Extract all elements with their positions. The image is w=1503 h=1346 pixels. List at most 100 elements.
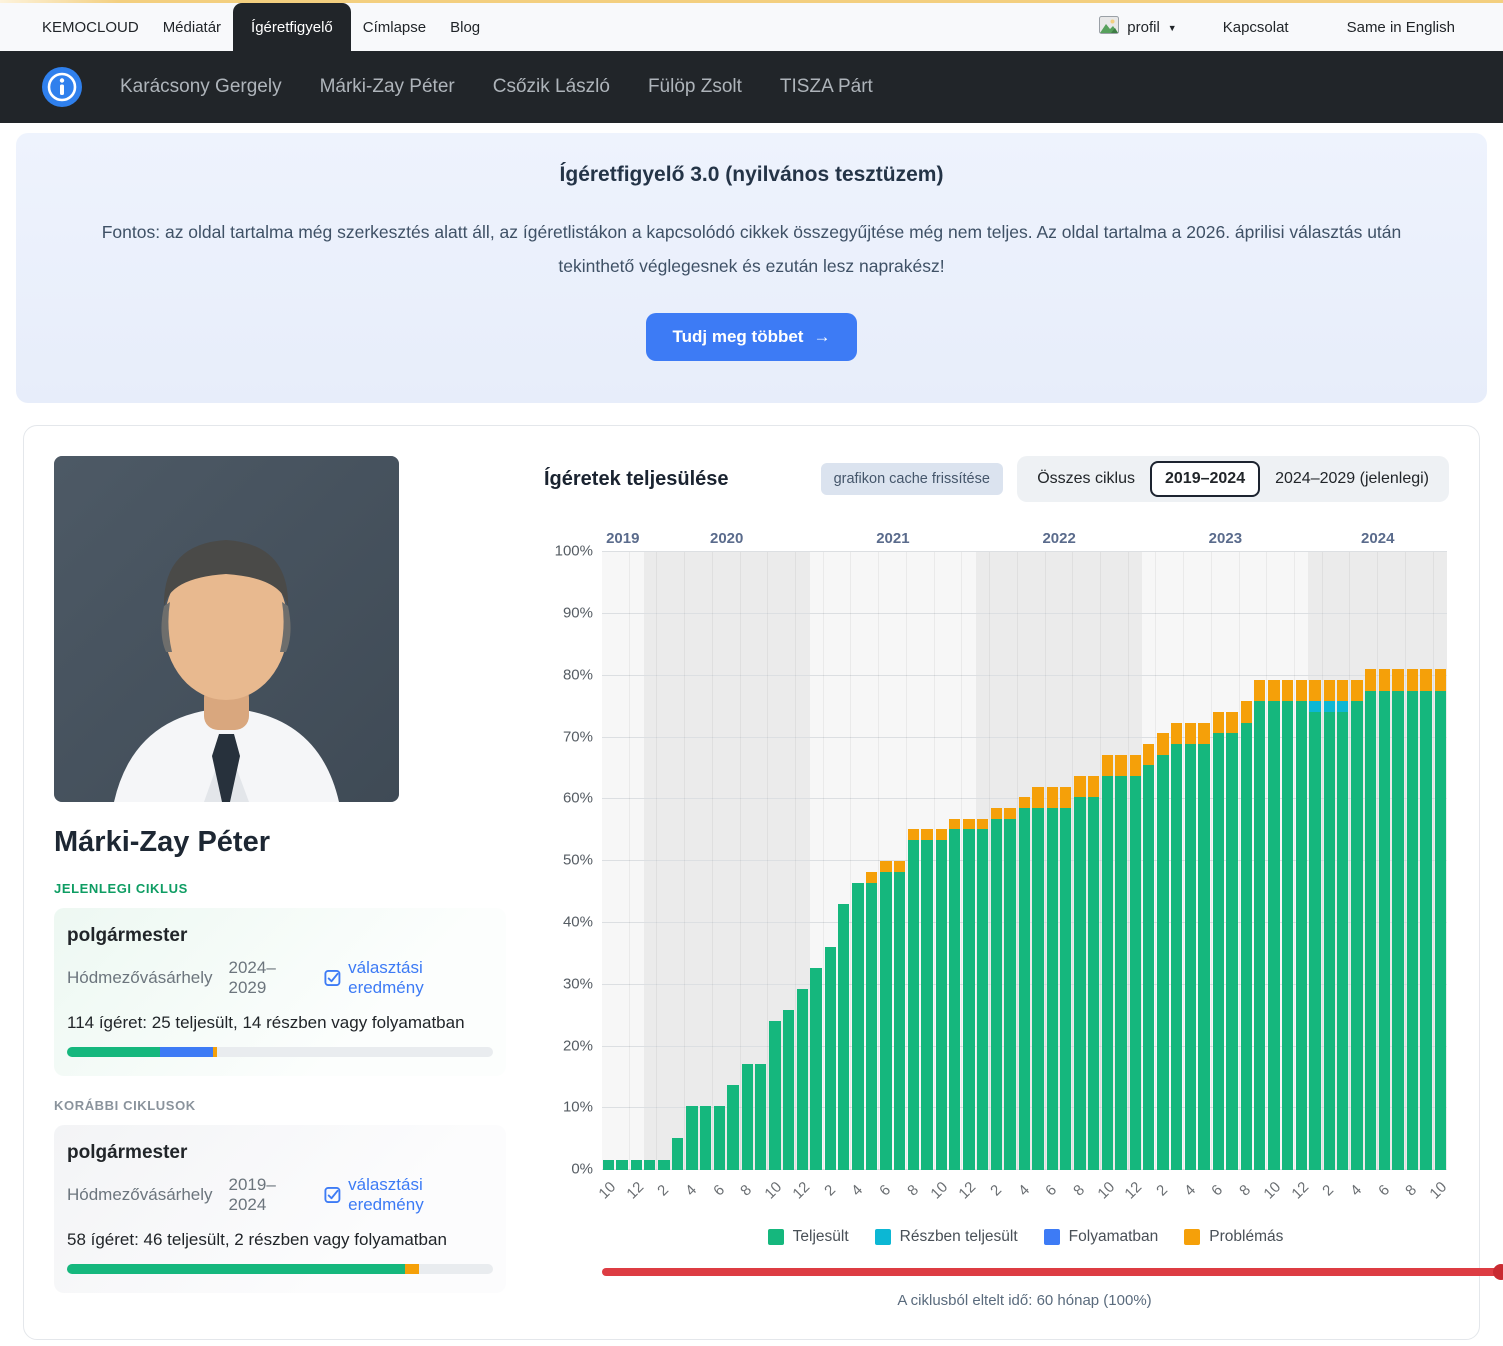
chart-bar[interactable]: [1018, 552, 1031, 1170]
chart-bar[interactable]: [1391, 552, 1405, 1170]
chart-bar[interactable]: [699, 552, 713, 1170]
chart-bar[interactable]: [1197, 552, 1211, 1170]
brand-kemocloud[interactable]: KEMOCLOUD: [42, 3, 151, 51]
chart-bar[interactable]: [837, 552, 851, 1170]
chart-bar[interactable]: [1295, 552, 1308, 1170]
chart-bar[interactable]: [782, 552, 796, 1170]
bar-segment-teljesült: [769, 1021, 780, 1170]
chart-bar[interactable]: [907, 552, 920, 1170]
chart-bar[interactable]: [1059, 552, 1073, 1170]
chart-bar[interactable]: [920, 552, 934, 1170]
chart-bar[interactable]: [1087, 552, 1101, 1170]
chart-bar[interactable]: [615, 552, 629, 1170]
chart-bar[interactable]: [1308, 552, 1322, 1170]
bar-segment-teljesült: [1254, 701, 1265, 1170]
nav-item-mediatar[interactable]: Médiatár: [151, 3, 233, 51]
bar-segment-teljesült: [616, 1160, 627, 1171]
chart-bar[interactable]: [1406, 552, 1419, 1170]
chart-bar[interactable]: [1114, 552, 1128, 1170]
chart-bar[interactable]: [657, 552, 670, 1170]
chart-bar[interactable]: [1031, 552, 1045, 1170]
chart-bar[interactable]: [671, 552, 685, 1170]
chart-bar[interactable]: [990, 552, 1003, 1170]
chart-bar[interactable]: [1156, 552, 1169, 1170]
chart-bar[interactable]: [685, 552, 698, 1170]
bar-segment-teljesült: [686, 1106, 697, 1170]
chart-bar[interactable]: [1336, 552, 1350, 1170]
promise-fulfillment-chart: 2019202020212022202320240%10%20%30%40%50…: [544, 552, 1449, 1309]
nav-item-cimlapse[interactable]: Címlapse: [351, 3, 438, 51]
nav-item-language[interactable]: Same in English: [1335, 19, 1467, 36]
chart-bar[interactable]: [602, 552, 615, 1170]
learn-more-button[interactable]: Tudj meg többet →: [646, 313, 858, 361]
election-result-link[interactable]: választási eredmény: [324, 958, 493, 998]
chart-bar[interactable]: [824, 552, 837, 1170]
chart-bar[interactable]: [1046, 552, 1059, 1170]
subnav-item-csozik-laszlo[interactable]: Csőzik László: [493, 76, 610, 98]
chart-bar[interactable]: [1101, 552, 1114, 1170]
tab-2019-2024[interactable]: 2019–2024: [1150, 461, 1260, 497]
chart-bar[interactable]: [726, 552, 740, 1170]
chart-bar[interactable]: [630, 552, 643, 1170]
current-cycle-box: polgármester Hódmezővásárhely 2024–2029 …: [54, 908, 506, 1076]
chart-bar[interactable]: [893, 552, 907, 1170]
bar-segment-problémás: [1088, 776, 1099, 797]
profile-menu[interactable]: profil ▼: [1099, 16, 1176, 38]
hero-banner: Ígéretfigyelő 3.0 (nyilvános tesztüzem) …: [16, 133, 1487, 403]
chart-bar[interactable]: [643, 552, 657, 1170]
subnav-item-karacsony-gergely[interactable]: Karácsony Gergely: [120, 76, 282, 98]
chart-bar[interactable]: [879, 552, 892, 1170]
chart-bar[interactable]: [1170, 552, 1184, 1170]
chart-bar[interactable]: [1378, 552, 1391, 1170]
x-tick-label: 8: [738, 1182, 756, 1200]
subnav-item-fulop-zsolt[interactable]: Fülöp Zsolt: [648, 76, 742, 98]
position-title: polgármester: [67, 1142, 493, 1164]
bar-segment-teljesült: [894, 872, 905, 1170]
subnav-item-marki-zay-peter[interactable]: Márki-Zay Péter: [320, 76, 455, 98]
chart-bar[interactable]: [1003, 552, 1017, 1170]
chart-bar[interactable]: [948, 552, 962, 1170]
chart-bar[interactable]: [768, 552, 781, 1170]
slider-knob[interactable]: [1493, 1264, 1503, 1280]
tab-all-cycles[interactable]: Összes ciklus: [1022, 461, 1150, 497]
chart-bar[interactable]: [1073, 552, 1086, 1170]
chart-bar[interactable]: [1281, 552, 1295, 1170]
checkbox-check-icon: [324, 969, 341, 987]
chart-bar[interactable]: [1142, 552, 1156, 1170]
chart-bar[interactable]: [1323, 552, 1336, 1170]
chart-bar[interactable]: [962, 552, 975, 1170]
chart-bar[interactable]: [1434, 552, 1447, 1170]
nav-item-blog[interactable]: Blog: [438, 3, 492, 51]
chart-bar[interactable]: [1350, 552, 1363, 1170]
chart-bar[interactable]: [741, 552, 754, 1170]
chart-bar[interactable]: [1419, 552, 1433, 1170]
nav-item-kapcsolat[interactable]: Kapcsolat: [1211, 19, 1301, 36]
bar-segment-teljesült: [866, 883, 877, 1171]
chart-bar[interactable]: [1253, 552, 1267, 1170]
chart-bar[interactable]: [713, 552, 726, 1170]
chart-bar[interactable]: [865, 552, 879, 1170]
info-icon[interactable]: [42, 67, 82, 107]
chart-bar[interactable]: [1225, 552, 1239, 1170]
chart-bar[interactable]: [1240, 552, 1253, 1170]
bar-segment-problémás: [1032, 787, 1043, 808]
chart-bar[interactable]: [935, 552, 948, 1170]
y-tick-0%: 0%: [571, 1161, 593, 1178]
chart-bar[interactable]: [754, 552, 768, 1170]
election-result-link[interactable]: választási eredmény: [324, 1175, 493, 1215]
chart-bar[interactable]: [851, 552, 864, 1170]
subnav-item-tisza-part[interactable]: TISZA Párt: [780, 76, 873, 98]
x-tick-label: 8: [1070, 1182, 1088, 1200]
chart-bar[interactable]: [796, 552, 809, 1170]
elapsed-time-slider[interactable]: [602, 1268, 1503, 1276]
chart-bar[interactable]: [1267, 552, 1280, 1170]
chart-bar[interactable]: [1212, 552, 1225, 1170]
tab-2024-2029[interactable]: 2024–2029 (jelenlegi): [1260, 461, 1444, 497]
chart-bar[interactable]: [809, 552, 823, 1170]
nav-item-igeretfigyelo[interactable]: Ígéretfigyelő: [233, 3, 351, 51]
chart-bar[interactable]: [976, 552, 990, 1170]
refresh-cache-button[interactable]: grafikon cache frissítése: [821, 463, 1003, 495]
chart-bar[interactable]: [1184, 552, 1197, 1170]
chart-bar[interactable]: [1364, 552, 1378, 1170]
chart-bar[interactable]: [1129, 552, 1142, 1170]
